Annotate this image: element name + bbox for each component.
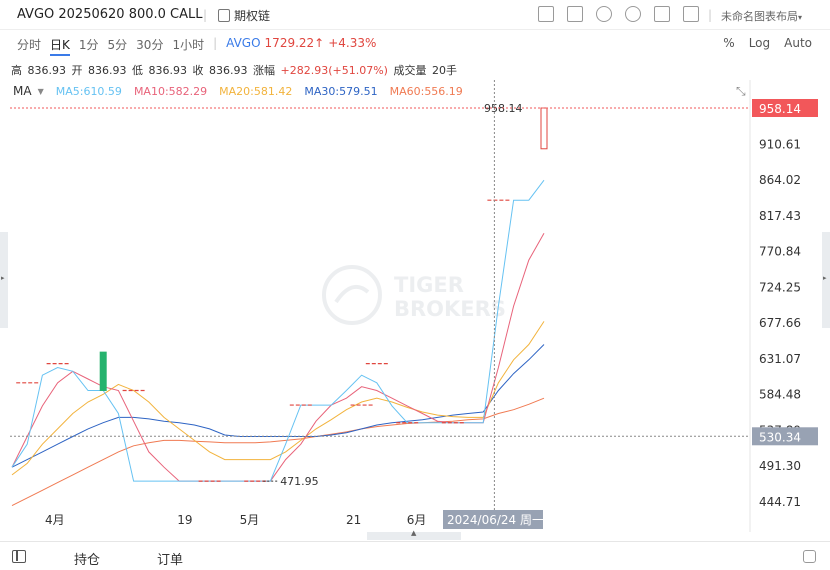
option-chain-icon (218, 9, 230, 22)
grid-layout-icon[interactable] (683, 6, 699, 22)
y-tick-label: 864.02 (759, 173, 801, 187)
ma20-line (11, 321, 545, 476)
orders-tab[interactable]: 订单 (157, 549, 183, 568)
edit-icon[interactable] (567, 6, 583, 22)
change-value: +282.93(+51.07%) (280, 64, 388, 77)
bottom-panel-handle[interactable]: ▲ (367, 529, 461, 540)
x-tick-label: 4月 (45, 513, 65, 527)
period-bar: 分时 日K 1分 5分 30分 1小时 | AVGO 1729.22↑ +4.33%… (0, 30, 830, 56)
y-tick-label: 584.48 (759, 388, 801, 402)
x-tick-label: 5月 (240, 513, 260, 527)
close-value: 836.93 (209, 64, 248, 77)
chevron-down-icon[interactable]: ▼ (38, 87, 44, 96)
y-tick-label: 817.43 (759, 209, 801, 223)
layout-label: 未命名图表布局 (721, 10, 798, 23)
fullscreen-icon[interactable] (654, 6, 670, 22)
y-tick-label: 770.84 (759, 245, 801, 259)
positions-tab[interactable]: 持仓 (74, 549, 100, 568)
ma-indicator-label[interactable]: MA (13, 84, 32, 98)
period-tab-timeshare[interactable]: 分时 (17, 36, 41, 56)
close-label: 收 (192, 64, 204, 77)
auto-scale-toggle[interactable]: Auto (784, 36, 812, 50)
low-label: 低 (132, 64, 143, 77)
tiger-brokers-watermark: TIGER BROKERS (322, 265, 506, 325)
copy-icon[interactable] (803, 550, 816, 563)
percent-scale-toggle[interactable]: % (723, 36, 734, 50)
underlying-symbol: AVGO (226, 36, 261, 50)
candlestick-chart[interactable]: TIGER BROKERS 958.14471.95 958.14910.618… (0, 80, 830, 540)
watermark-line1: TIGER (394, 273, 464, 297)
ma10-value: MA10:582.29 (133, 84, 208, 98)
arrow-up-icon: ↑ (314, 36, 325, 50)
y-tick-label: 677.66 (759, 316, 801, 330)
underlying-price: 1729.22 (264, 36, 315, 50)
x-tick-label: 21 (346, 513, 361, 527)
last-price-tag-label: 958.14 (759, 102, 801, 116)
high-value: 836.93 (27, 64, 67, 77)
high-label: 高 (11, 64, 22, 77)
chevron-right-icon: ▸ (823, 274, 827, 282)
layout-dropdown[interactable]: 未命名图表布局▾ (721, 8, 802, 24)
ma-legend: MA ▼ MA5:610.59 MA10:582.29 MA20:581.42 … (13, 84, 463, 98)
x-tick-label: 19 (177, 513, 192, 527)
refresh-icon[interactable] (596, 6, 612, 22)
toolbar-divider: | (708, 8, 713, 22)
candle-up (540, 107, 548, 150)
chevron-left-icon: ▸ (1, 274, 5, 282)
option-chain-button[interactable]: 期权链 (218, 7, 270, 24)
option-chain-label: 期权链 (234, 9, 271, 23)
settings-icon[interactable] (625, 6, 641, 22)
panel-toggle-icon[interactable] (12, 550, 26, 563)
open-label: 开 (71, 64, 83, 77)
ma60-value: MA60:556.19 (389, 84, 463, 98)
contract-title: AVGO 20250620 800.0 CALL (17, 7, 203, 22)
volume-label: 成交量 (393, 64, 427, 77)
right-panel-handle[interactable]: ▸ (822, 232, 830, 328)
chevron-down-icon: ▾ (798, 13, 803, 22)
y-tick-label: 910.61 (759, 137, 801, 151)
crosshair-date-label: 2024/06/24 周一 (447, 513, 544, 527)
period-tab-1min[interactable]: 1分 (79, 36, 99, 56)
underlying-change: +4.33% (328, 36, 377, 50)
ma30-value: MA30:579.51 (304, 84, 378, 98)
screenshot-icon[interactable] (538, 6, 554, 22)
period-tab-daily[interactable]: 日K (50, 36, 70, 56)
min-price-annotation: 471.95 (280, 475, 319, 488)
volume-value: 20手 (431, 64, 457, 77)
ma5-value: MA5:610.59 (55, 84, 122, 98)
y-tick-label: 444.71 (759, 495, 801, 509)
ma10-line (11, 232, 545, 482)
ohlc-row: 高 836.93 开 836.93 低 836.93 收 836.93 涨幅 +… (11, 62, 459, 78)
period-divider: | (213, 36, 218, 50)
title-bar: AVGO 20250620 800.0 CALL | 期权链 | 未命名图表布局… (0, 0, 830, 30)
log-scale-toggle[interactable]: Log (749, 36, 770, 50)
ma20-value: MA20:581.42 (219, 84, 293, 98)
crosshair-price-label: 530.34 (759, 430, 801, 444)
left-panel-handle[interactable]: ▸ (0, 232, 8, 328)
ma30-line (11, 344, 545, 468)
low-value: 836.93 (148, 64, 188, 77)
y-tick-label: 491.30 (759, 459, 801, 473)
period-tab-5min[interactable]: 5分 (108, 36, 128, 56)
period-tab-1hour[interactable]: 1小时 (172, 36, 204, 56)
open-value: 836.93 (88, 64, 127, 77)
y-tick-label: 724.25 (759, 280, 801, 294)
bottom-bar: 持仓 订单 (0, 541, 830, 570)
watermark-line2: BROKERS (394, 297, 506, 321)
candle-down (99, 351, 107, 392)
y-tick-label: 631.07 (759, 352, 801, 366)
underlying-quote[interactable]: AVGO 1729.22↑ +4.33% (226, 36, 376, 56)
x-tick-label: 6月 (407, 513, 427, 527)
change-label: 涨幅 (253, 64, 275, 77)
title-divider: | (203, 8, 208, 22)
chevron-up-icon: ▲ (411, 529, 417, 537)
collapse-arrows-icon[interactable]: ⤡ (736, 84, 746, 99)
period-tab-30min[interactable]: 30分 (136, 36, 163, 56)
